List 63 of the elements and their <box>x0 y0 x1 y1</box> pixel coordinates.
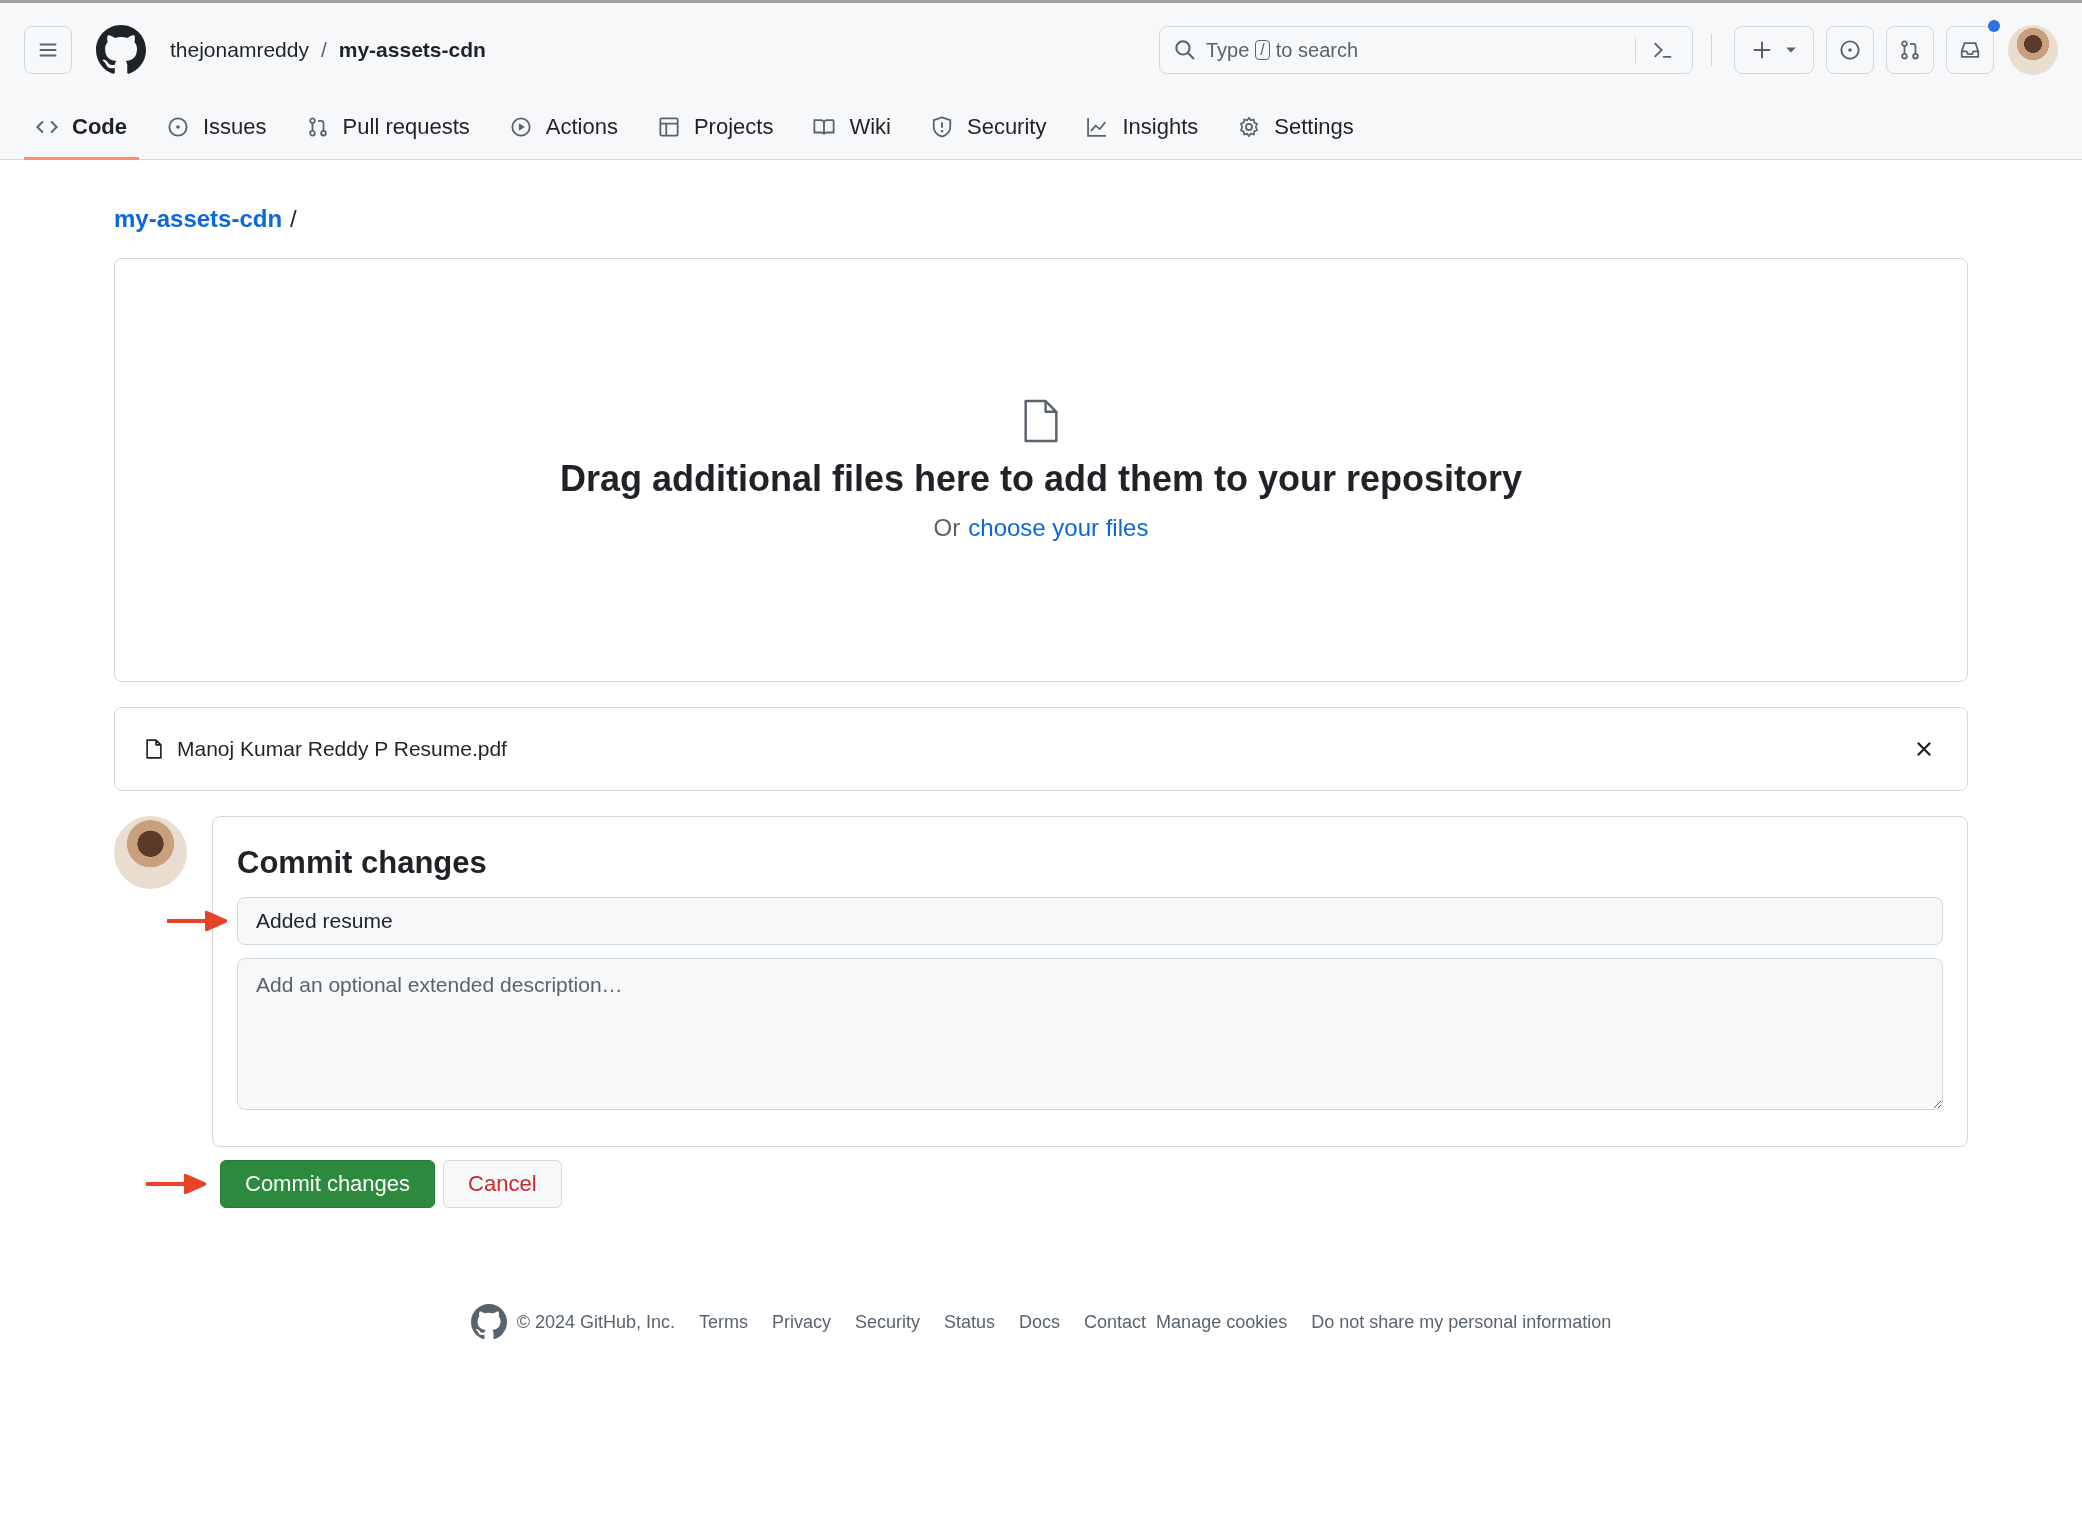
user-avatar[interactable] <box>2008 25 2058 75</box>
keyboard-key: / <box>1255 40 1270 60</box>
gear-icon <box>1238 116 1261 138</box>
octocat-logo-icon <box>470 1304 507 1340</box>
footer-link[interactable]: Terms <box>698 1311 748 1333</box>
repo-breadcrumb-link[interactable]: my-assets-cdn <box>114 205 283 233</box>
issues-button[interactable] <box>1826 26 1874 74</box>
pull-request-icon <box>306 116 329 138</box>
copyright-text: © 2024 GitHub, Inc. <box>516 1311 675 1333</box>
choose-files-link[interactable]: choose your files <box>968 514 1149 542</box>
owner-link[interactable]: thejonamreddy <box>170 38 309 62</box>
octocat-logo-icon[interactable] <box>96 25 146 75</box>
repo-tab[interactable]: Projects <box>645 97 786 160</box>
play-icon <box>509 116 532 138</box>
pull-requests-button[interactable] <box>1886 26 1934 74</box>
repo-tab[interactable]: Insights <box>1074 97 1211 160</box>
inbox-button[interactable] <box>1946 26 1994 74</box>
repo-tab[interactable]: Security <box>918 97 1059 160</box>
repo-tab[interactable]: Wiki <box>801 97 903 160</box>
breadcrumb-separator: / <box>290 205 297 233</box>
commit-message-field[interactable]: Added resume <box>237 897 1943 945</box>
footer-link[interactable]: Privacy <box>771 1311 831 1333</box>
footer-link[interactable]: Manage cookies <box>1156 1311 1288 1333</box>
pull-request-icon <box>1899 39 1921 61</box>
annotation-arrow <box>167 911 227 931</box>
repo-tab[interactable]: Actions <box>497 97 630 160</box>
footer-link[interactable]: Status <box>944 1311 996 1333</box>
repo-tab[interactable]: Pull requests <box>294 97 482 160</box>
file-drop-zone[interactable]: Drag additional files here to add them to your repository Or choose your files <box>114 258 1968 682</box>
repo-link[interactable]: my-assets-cdn <box>338 38 486 62</box>
footer-link[interactable]: Docs <box>1019 1311 1061 1333</box>
repo-tab[interactable]: Issues <box>155 97 279 160</box>
search-field[interactable]: Type / to search <box>1159 26 1693 74</box>
search-placeholder: Type <box>1206 38 1250 62</box>
file-icon <box>1022 398 1060 444</box>
footer-link[interactable]: Contact <box>1084 1311 1147 1333</box>
extended-description-field[interactable]: Add an optional extended description… <box>237 958 1943 1110</box>
footer-link[interactable]: Do not share my personal information <box>1311 1311 1612 1333</box>
table-icon <box>657 116 680 138</box>
drop-zone-title: Drag additional files here to add them to your repository <box>559 458 1523 500</box>
file-icon <box>143 738 165 760</box>
menu-button[interactable] <box>24 26 72 74</box>
circle-dot-icon <box>1839 39 1861 61</box>
circle-dot-icon <box>167 116 189 138</box>
plus-icon <box>1751 39 1773 61</box>
commit-changes-button[interactable]: Commit changes <box>220 1160 436 1208</box>
repo-tab[interactable]: Code <box>24 97 139 160</box>
shield-icon <box>930 116 953 138</box>
caret-icon <box>1785 46 1797 54</box>
search-placeholder: to search <box>1275 38 1359 62</box>
path-separator: / <box>320 38 327 62</box>
inbox-icon <box>1959 39 1981 61</box>
create-new-button[interactable] <box>1734 26 1814 74</box>
cancel-button[interactable]: Cancel <box>443 1160 562 1208</box>
footer-link[interactable]: Security <box>855 1311 920 1333</box>
repo-tab[interactable]: Settings <box>1226 97 1366 160</box>
annotation-arrow <box>146 1174 206 1194</box>
book-icon <box>813 116 836 138</box>
file-name: Manoj Kumar Reddy P Resume.pdf <box>177 737 507 761</box>
choose-prefix: Or <box>933 514 961 542</box>
search-icon <box>1174 39 1196 61</box>
commit-heading: Commit changes <box>237 845 488 881</box>
graph-icon <box>1086 116 1109 138</box>
